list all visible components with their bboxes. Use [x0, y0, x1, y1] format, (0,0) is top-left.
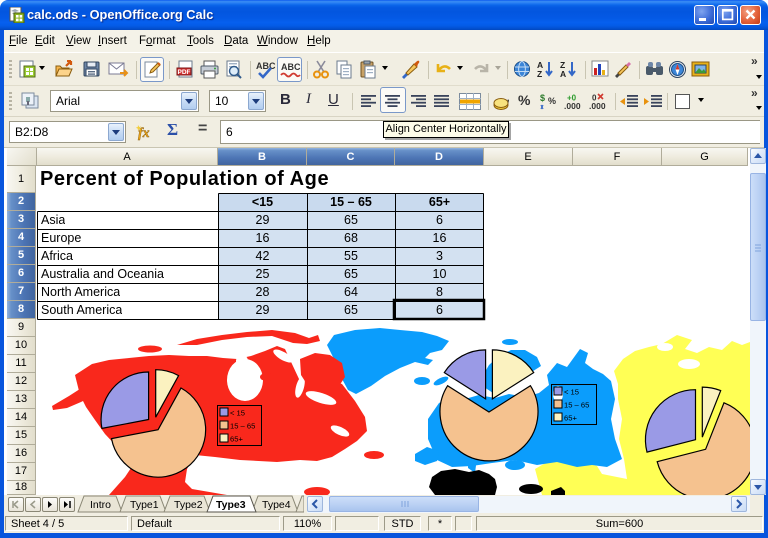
svg-text:.000: .000: [589, 101, 606, 111]
svg-text:Type1: Type1: [130, 499, 159, 511]
svg-text:Type4: Type4: [262, 499, 291, 511]
svg-text:$: $: [540, 93, 545, 103]
svg-text:Type3: Type3: [216, 499, 246, 511]
svg-text:,: ,: [507, 93, 510, 103]
svg-text:Intro: Intro: [90, 499, 111, 511]
svg-text:PDF: PDF: [178, 69, 191, 76]
svg-text:Type2: Type2: [174, 499, 203, 511]
svg-text:Z: Z: [537, 69, 542, 79]
svg-text:A: A: [560, 69, 566, 79]
svg-text:%: %: [548, 96, 556, 106]
svg-text:ABC: ABC: [256, 61, 276, 71]
svg-text:.000: .000: [564, 101, 581, 111]
svg-text:ABC: ABC: [281, 62, 301, 72]
